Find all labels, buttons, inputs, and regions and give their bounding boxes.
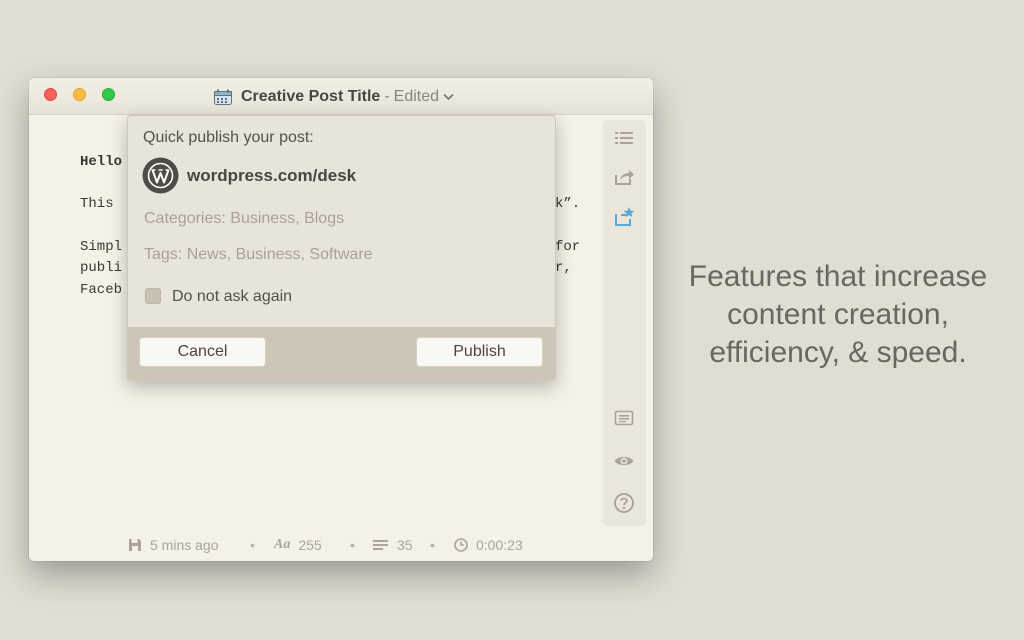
- editor-line: Hello: [80, 154, 123, 170]
- notes-icon[interactable]: [613, 407, 635, 429]
- status-separator: •: [350, 537, 355, 553]
- promo-tagline: Features that increase content creation,…: [688, 260, 988, 369]
- minimize-window-button[interactable]: [73, 88, 86, 101]
- editor-fragment: r,: [555, 260, 572, 276]
- font-icon: Aa: [274, 537, 291, 552]
- document-title: Creative Post Title: [241, 88, 381, 105]
- blog-site-name[interactable]: wordpress.com/desk: [187, 166, 356, 186]
- title-separator: -: [384, 88, 390, 105]
- editor-line: publi: [80, 260, 123, 276]
- publish-star-icon[interactable]: [613, 206, 635, 228]
- line-count-value: 35: [397, 537, 413, 553]
- title-bar: Creative Post Title - Edited: [29, 78, 653, 115]
- zoom-window-button[interactable]: [102, 88, 115, 101]
- editor-line: This: [80, 196, 114, 212]
- line-count: 35: [373, 537, 413, 553]
- character-count-value: 255: [298, 537, 322, 553]
- editor-fragment: k”.: [555, 196, 581, 212]
- wordpress-logo-icon: [142, 157, 179, 194]
- close-window-button[interactable]: [44, 88, 57, 101]
- publish-button[interactable]: Publish: [416, 337, 543, 367]
- help-icon[interactable]: [613, 492, 635, 514]
- elapsed-time-value: 0:00:23: [476, 537, 523, 553]
- popover-footer: Cancel Publish: [128, 327, 555, 380]
- list-icon[interactable]: [613, 127, 635, 149]
- editor-fragment: for: [555, 239, 581, 255]
- preview-eye-icon[interactable]: [613, 450, 635, 472]
- editor-line: Simpl: [80, 239, 123, 255]
- save-icon: [129, 539, 141, 551]
- status-separator: •: [430, 537, 435, 553]
- status-bar: 5 mins ago • Aa 255 • 35 • 0:00:23: [29, 529, 653, 561]
- share-icon[interactable]: [613, 166, 635, 188]
- clock-icon: [454, 538, 468, 552]
- elapsed-time: 0:00:23: [454, 537, 523, 553]
- document-icon: [214, 89, 232, 105]
- saved-status: 5 mins ago: [128, 537, 218, 553]
- tags-field[interactable]: Tags: News, Business, Software: [144, 246, 373, 264]
- status-separator: •: [250, 537, 255, 553]
- sidebar-toolbar: [603, 120, 646, 526]
- document-state: Edited: [393, 88, 440, 105]
- categories-field[interactable]: Categories: Business, Blogs: [144, 210, 344, 228]
- chevron-down-icon: [443, 93, 454, 101]
- do-not-ask-label[interactable]: Do not ask again: [172, 288, 292, 306]
- editor-line: Faceb: [80, 282, 123, 298]
- quick-publish-popover: Quick publish your post: wordpress.com/d…: [127, 115, 556, 381]
- cancel-button[interactable]: Cancel: [139, 337, 266, 367]
- saved-time: 5 mins ago: [150, 537, 219, 553]
- popover-heading: Quick publish your post:: [143, 129, 314, 146]
- window-title[interactable]: Creative Post Title - Edited: [214, 87, 454, 107]
- character-count: Aa 255: [274, 537, 322, 553]
- do-not-ask-checkbox[interactable]: [145, 288, 161, 304]
- lines-icon: [373, 540, 388, 550]
- editor-text[interactable]: Hello This Simpl publi Faceb k”. for r,: [80, 148, 580, 308]
